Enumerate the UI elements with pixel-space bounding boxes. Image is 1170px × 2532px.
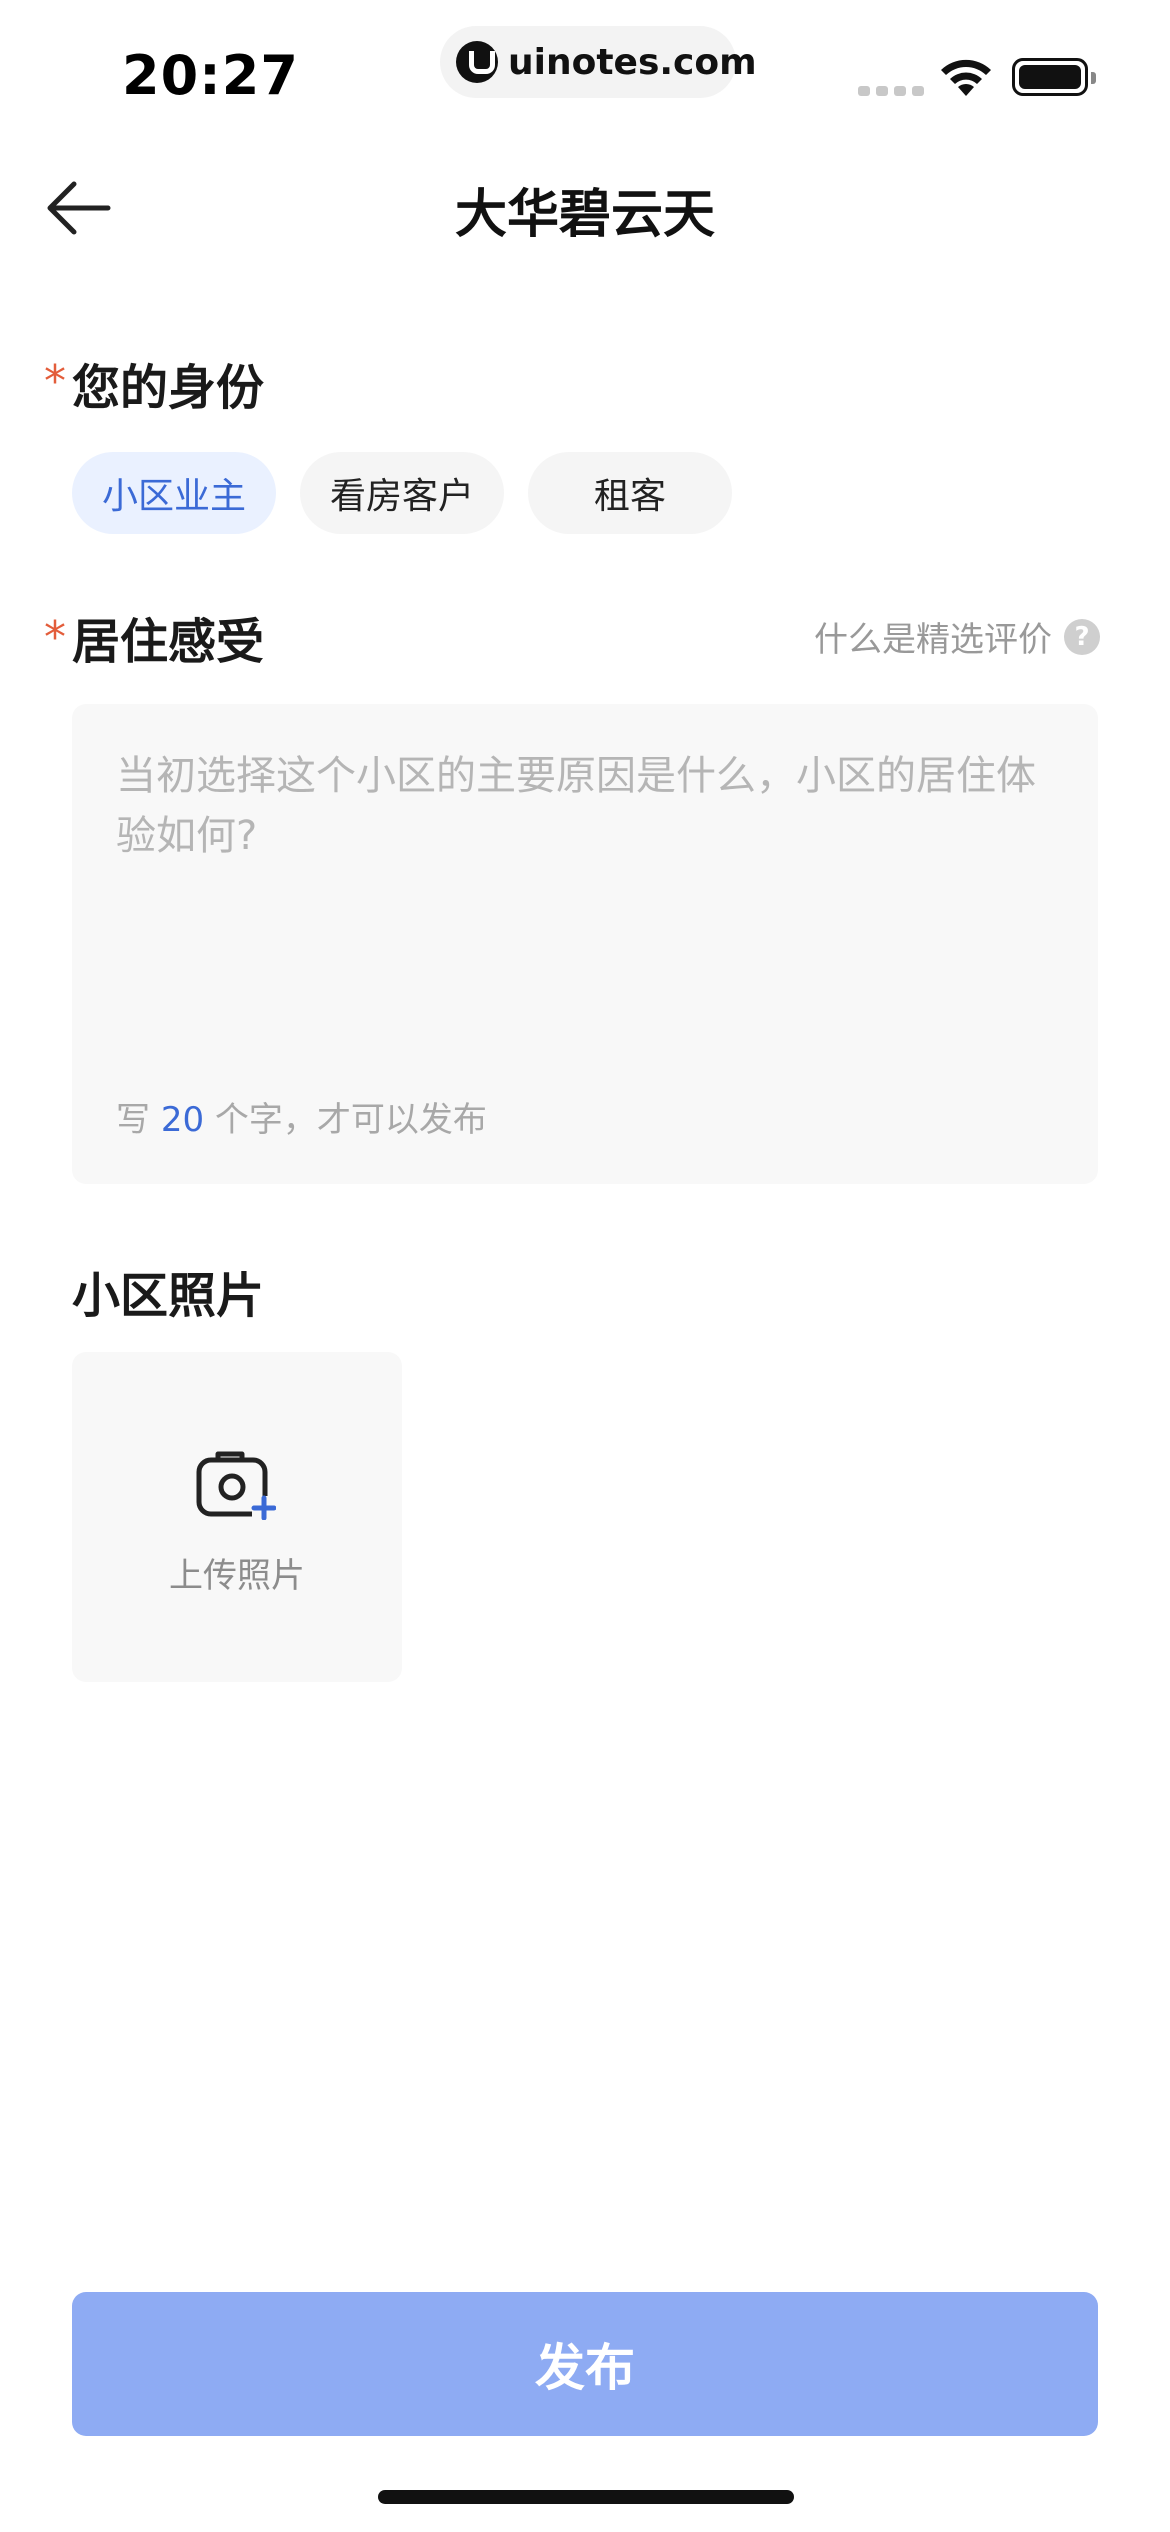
- identity-options: 小区业主 看房客户 租客: [72, 452, 732, 534]
- review-box: 写 20 个字，才可以发布: [72, 704, 1098, 1184]
- featured-review-help-link[interactable]: 什么是精选评价 ?: [814, 612, 1100, 661]
- battery-fill: [1019, 65, 1081, 89]
- review-required-mark: *: [44, 612, 66, 663]
- photos-title: 小区照片: [72, 1268, 265, 1324]
- review-input[interactable]: [116, 746, 1056, 1046]
- wifi-icon: [941, 59, 991, 96]
- page-title: 大华碧云天: [454, 185, 715, 245]
- identity-title: 您的身份: [72, 360, 265, 416]
- status-bar: 20:27 uinotes.com: [0, 0, 1170, 140]
- url-pill[interactable]: uinotes.com: [440, 26, 757, 98]
- identity-chip-tenant[interactable]: 租客: [528, 452, 732, 534]
- identity-chip-owner[interactable]: 小区业主: [72, 452, 276, 534]
- camera-plus-icon: [196, 1451, 276, 1520]
- hint-suffix: 个字，才可以发布: [204, 1100, 487, 1140]
- char-count-hint: 写 20 个字，才可以发布: [116, 1092, 487, 1141]
- review-title: 居住感受: [72, 614, 265, 670]
- cellular-signal-icon: [858, 86, 924, 96]
- identity-required-mark: *: [44, 356, 66, 407]
- battery-icon: [1012, 58, 1096, 96]
- upload-photo-label: 上传照片: [169, 1556, 305, 1596]
- hint-count: 20: [160, 1100, 205, 1140]
- question-circle-icon: ?: [1064, 618, 1100, 655]
- site-logo-icon: [456, 41, 498, 83]
- hint-prefix: 写: [116, 1100, 161, 1140]
- upload-photo-button[interactable]: 上传照片: [72, 1352, 402, 1682]
- publish-button[interactable]: 发布: [72, 2292, 1098, 2436]
- help-link-label: 什么是精选评价: [814, 620, 1052, 660]
- url-text: uinotes.com: [508, 41, 757, 83]
- status-time: 20:27: [122, 44, 299, 107]
- home-indicator: [378, 2490, 794, 2504]
- identity-chip-visitor[interactable]: 看房客户: [300, 452, 504, 534]
